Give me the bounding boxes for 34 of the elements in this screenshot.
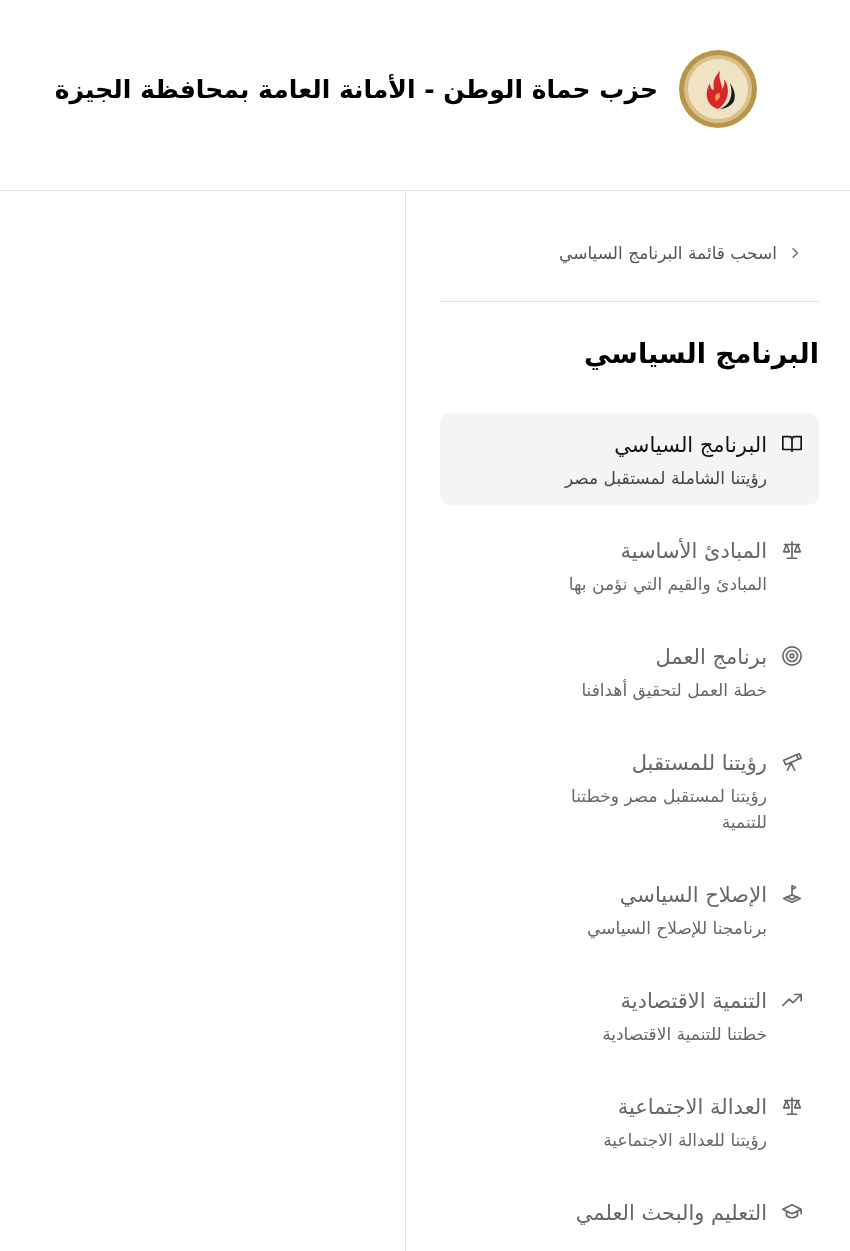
sidebar-item[interactable]: رؤيتنا للمستقبل رؤيتنا لمستقبل مصر وخطتنا للتنمية: [440, 731, 819, 849]
sidebar-item[interactable]: البرنامج السياسي رؤيتنا الشاملة لمستقبل مصر: [440, 413, 819, 505]
item-title: المبادئ الأساسية: [619, 537, 767, 565]
flag-icon: [781, 883, 803, 905]
item-subtitle: رؤيتنا للعدالة الاجتماعية: [603, 1129, 767, 1152]
item-title: الإصلاح السياسي: [618, 882, 767, 909]
item-title: رؤيتنا للمستقبل: [630, 750, 767, 777]
sidebar-item[interactable]: الإصلاح السياسي برنامجنا للإصلاح السياسي: [440, 863, 819, 955]
item-subtitle: المبادئ والقيم التي نؤمن بها: [568, 573, 767, 597]
item-title: التعليم والبحث العلمي: [575, 1200, 767, 1227]
site-title: حزب حماة الوطن - الأمانة العامة بمحافظة الجيزة: [54, 74, 658, 104]
item-title: العدالة الاجتماعية: [616, 1094, 767, 1121]
item-title: التنمية الاقتصادية: [619, 988, 767, 1015]
sidebar-item[interactable]: برنامج العمل خطة العمل لتحقيق أهدافنا: [440, 625, 819, 717]
item-title: البرنامج السياسي: [613, 432, 767, 459]
logo-icon: [678, 49, 758, 129]
scale-icon: [781, 539, 803, 561]
telescope-icon: [781, 751, 803, 773]
chevron-icon: [791, 247, 799, 259]
item-subtitle: برنامجنا للإصلاح السياسي: [587, 917, 767, 941]
item-subtitle: رؤيتنا لمستقبل مصر وخطتنا للتنمية: [569, 785, 767, 834]
scale-icon: [781, 1095, 803, 1117]
item-subtitle: خطة العمل لتحقيق أهدافنا: [581, 678, 767, 702]
collapse-link[interactable]: اسحب قائمة البرنامج السياسي: [440, 231, 819, 275]
item-title: برنامج العمل: [654, 644, 767, 671]
sidebar-item[interactable]: التعليم والبحث العلمي: [440, 1181, 819, 1243]
sidebar-heading: البرنامج السياسي: [583, 338, 819, 369]
sidebar-item[interactable]: العدالة الاجتماعية رؤيتنا للعدالة الاجتماعية: [440, 1075, 819, 1167]
item-subtitle: خطتنا للتنمية الاقتصادية: [602, 1023, 767, 1046]
book-icon: [781, 433, 803, 455]
sidebar-item[interactable]: التنمية الاقتصادية خطتنا للتنمية الاقتصادية: [440, 969, 819, 1061]
sidebar-item[interactable]: المبادئ الأساسية المبادئ والقيم التي نؤمن بها: [440, 519, 819, 611]
target-icon: [781, 645, 803, 667]
item-subtitle: رؤيتنا الشاملة لمستقبل مصر: [564, 467, 767, 490]
